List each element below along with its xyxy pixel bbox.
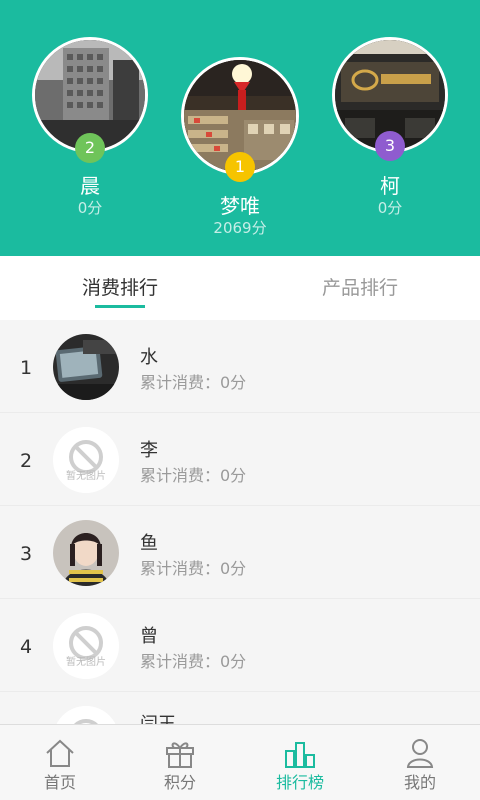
- ranking-tabs: 消费排行 产品排行: [0, 256, 480, 320]
- list-item[interactable]: 3 鱼 累计消费：0分: [0, 506, 480, 599]
- no-image-placeholder: 暂无图片: [53, 427, 119, 493]
- list-item-name: 曾: [140, 626, 158, 647]
- nav-label: 积分: [163, 773, 196, 792]
- second-place-score: 0分: [77, 199, 103, 217]
- list-item[interactable]: 4 暂无图片 曾 累计消费：0分: [0, 599, 480, 692]
- no-image-text: 暂无图片: [66, 471, 106, 482]
- list-item-rank: 1: [19, 357, 33, 379]
- rank-badge-2: 2: [75, 133, 105, 163]
- bottom-navigation: 首页 积分 排行榜 我的: [0, 724, 480, 800]
- no-image-icon: [69, 440, 103, 474]
- ranking-list[interactable]: 1 水 累计消费：0分 2 暂无图片 李 累计消费：0分 3 鱼 累计消费：0分…: [0, 320, 480, 724]
- list-item-rank: 4: [19, 636, 33, 658]
- list-item-spend: 累计消费：0分: [140, 652, 247, 671]
- tab-product-ranking[interactable]: 产品排行: [240, 256, 480, 320]
- third-place-name: 柯: [380, 174, 400, 198]
- home-icon: [46, 739, 74, 767]
- leaderboard-podium: 2 晨 0分 1 梦唯 2069分 3 柯 0分: [0, 0, 480, 256]
- no-image-placeholder: [53, 706, 119, 724]
- tab-consumption-ranking[interactable]: 消费排行: [0, 256, 240, 320]
- list-item-avatar: [53, 706, 119, 724]
- list-item-name: 李: [140, 440, 158, 461]
- second-place-name: 晨: [80, 174, 100, 198]
- list-item[interactable]: 2 暂无图片 李 累计消费：0分: [0, 413, 480, 506]
- no-image-icon: [73, 719, 99, 724]
- list-item[interactable]: 5 闫王: [0, 692, 480, 724]
- list-item-spend: 累计消费：0分: [140, 559, 247, 578]
- user-icon: [406, 739, 434, 768]
- person-photo: [53, 520, 119, 586]
- ranking-icon: [285, 742, 315, 768]
- device-photo: [53, 334, 119, 400]
- nav-label: 排行榜: [275, 773, 324, 792]
- list-item-rank: 3: [19, 543, 33, 565]
- list-item-avatar: 暂无图片: [53, 613, 119, 679]
- list-item-spend: 累计消费：0分: [140, 466, 247, 485]
- nav-home[interactable]: 首页: [0, 725, 120, 800]
- list-item[interactable]: 1 水 累计消费：0分: [0, 320, 480, 413]
- nav-profile[interactable]: 我的: [360, 725, 480, 800]
- first-place-score: 2069分: [213, 219, 267, 237]
- nav-points[interactable]: 积分: [120, 725, 240, 800]
- list-item-name: 水: [140, 347, 158, 368]
- no-image-text: 暂无图片: [66, 657, 106, 668]
- list-item-avatar: [53, 334, 119, 400]
- active-tab-indicator: [95, 305, 145, 308]
- first-place-name: 梦唯: [220, 194, 260, 218]
- no-image-placeholder: 暂无图片: [53, 613, 119, 679]
- list-item-avatar: [53, 520, 119, 586]
- list-item-name: 闫王: [140, 710, 176, 724]
- list-item-rank: 2: [19, 450, 33, 472]
- list-item-spend: 累计消费：0分: [140, 373, 247, 392]
- nav-leaderboard[interactable]: 排行榜: [240, 725, 360, 800]
- gift-icon: [166, 742, 194, 768]
- list-item-name: 鱼: [140, 533, 158, 554]
- nav-label: 我的: [403, 773, 436, 792]
- rank-badge-1: 1: [225, 152, 255, 182]
- no-image-icon: [69, 626, 103, 660]
- rank-badge-3: 3: [375, 131, 405, 161]
- nav-label: 首页: [43, 773, 76, 792]
- list-item-avatar: 暂无图片: [53, 427, 119, 493]
- third-place-score: 0分: [377, 199, 403, 217]
